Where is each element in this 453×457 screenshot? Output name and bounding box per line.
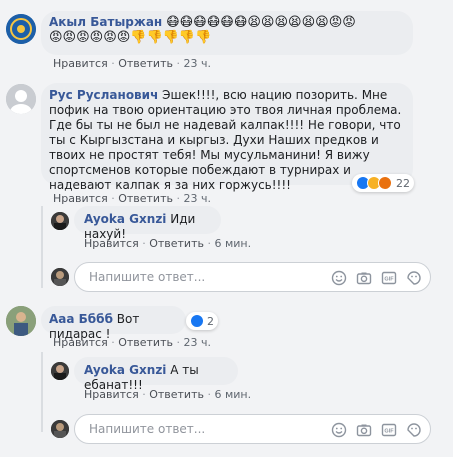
sticker-icon[interactable] xyxy=(406,422,422,438)
avatar xyxy=(51,420,69,438)
avatar[interactable] xyxy=(51,212,69,230)
reply-actions: Нравится · Ответить · 6 мин. xyxy=(84,388,251,401)
avatar xyxy=(51,268,69,286)
reply-input-box[interactable]: GIF xyxy=(74,262,431,292)
reply-link[interactable]: Ответить xyxy=(149,237,204,250)
reaction-summary[interactable]: 22 xyxy=(352,174,414,192)
reply-link[interactable]: Ответить xyxy=(149,388,204,401)
angry-reaction-icon xyxy=(378,176,392,190)
comment-author[interactable]: Рус Русланович xyxy=(49,88,158,102)
timestamp[interactable]: 23 ч. xyxy=(183,336,211,349)
separator: · xyxy=(142,388,146,401)
reply-input[interactable] xyxy=(87,421,291,437)
reply-input[interactable] xyxy=(87,269,291,285)
separator: · xyxy=(176,336,180,349)
reply-bubble: Ayoka Gxnzi А ты ебанат!!! xyxy=(74,357,238,392)
emoji-icon[interactable] xyxy=(331,422,347,438)
avatar[interactable] xyxy=(6,14,36,44)
comment-emojis: 😷😷😷😷😷😷😫😫😫😫😫😫😡😡 xyxy=(166,15,356,30)
comment-bubble: Ааа Бббб Вот пидарас ! xyxy=(41,306,186,341)
avatar[interactable] xyxy=(51,362,69,380)
reply-bubble: Ayoka Gxnzi Иди нахуй! xyxy=(74,206,221,241)
thread-line xyxy=(41,352,43,432)
separator: · xyxy=(111,57,115,70)
comment-bubble: Рус Русланович Эшек!!!!, всю нацию позор… xyxy=(41,83,413,192)
comment-text: Эшек!!!!, всю нацию позорить. Мне пофик … xyxy=(49,88,402,192)
like-link[interactable]: Нравится xyxy=(53,57,108,70)
timestamp[interactable]: 23 ч. xyxy=(183,57,211,70)
gif-icon[interactable]: GIF xyxy=(381,422,397,438)
svg-text:GIF: GIF xyxy=(384,429,394,435)
avatar[interactable] xyxy=(6,306,36,336)
separator: · xyxy=(111,192,115,205)
reply-link[interactable]: Ответить xyxy=(118,336,173,349)
avatar[interactable] xyxy=(6,84,36,114)
comment-author[interactable]: Ааа Бббб xyxy=(49,312,113,326)
timestamp[interactable]: 6 мин. xyxy=(214,237,251,250)
like-link[interactable]: Нравится xyxy=(84,237,139,250)
gif-icon[interactable]: GIF xyxy=(381,270,397,286)
reply-link[interactable]: Ответить xyxy=(118,192,173,205)
like-link[interactable]: Нравится xyxy=(53,192,108,205)
camera-icon[interactable] xyxy=(356,422,372,438)
reply-link[interactable]: Ответить xyxy=(118,57,173,70)
like-link[interactable]: Нравится xyxy=(84,388,139,401)
comment-emojis: 😡😡😡😡😡😡👎👎👎👎👎 xyxy=(49,30,212,45)
emoji-icon[interactable] xyxy=(331,270,347,286)
comment-bubble: Акыл Батыржан 😷😷😷😷😷😷😫😫😫😫😫😫😡😡 😡😡😡😡😡😡👎👎👎👎👎 xyxy=(41,11,413,55)
like-reaction-icon xyxy=(190,314,204,328)
reply-actions: Нравится · Ответить · 6 мин. xyxy=(84,237,251,250)
separator: · xyxy=(142,237,146,250)
separator: · xyxy=(207,388,211,401)
reaction-summary[interactable]: 2 xyxy=(186,312,218,330)
input-actions: GIF xyxy=(331,422,422,438)
comment-actions: Нравится · Ответить · 23 ч. xyxy=(53,57,211,70)
timestamp[interactable]: 23 ч. xyxy=(183,192,211,205)
comment-actions: Нравится · Ответить · 23 ч. xyxy=(53,192,211,205)
separator: · xyxy=(207,237,211,250)
reply-author[interactable]: Ayoka Gxnzi xyxy=(84,212,166,226)
reaction-count: 2 xyxy=(207,314,214,328)
input-actions: GIF xyxy=(331,270,422,286)
comment-actions: Нравится · Ответить · 23 ч. xyxy=(53,336,211,349)
reply-input-box[interactable]: GIF xyxy=(74,414,431,444)
svg-text:GIF: GIF xyxy=(384,277,394,283)
separator: · xyxy=(111,336,115,349)
camera-icon[interactable] xyxy=(356,270,372,286)
sticker-icon[interactable] xyxy=(406,270,422,286)
comment-author[interactable]: Акыл Батыржан xyxy=(49,15,162,29)
separator: · xyxy=(176,57,180,70)
timestamp[interactable]: 6 мин. xyxy=(214,388,251,401)
like-link[interactable]: Нравится xyxy=(53,336,108,349)
thread-line xyxy=(41,206,43,288)
reply-author[interactable]: Ayoka Gxnzi xyxy=(84,363,166,377)
reaction-count: 22 xyxy=(396,176,410,190)
separator: · xyxy=(176,192,180,205)
